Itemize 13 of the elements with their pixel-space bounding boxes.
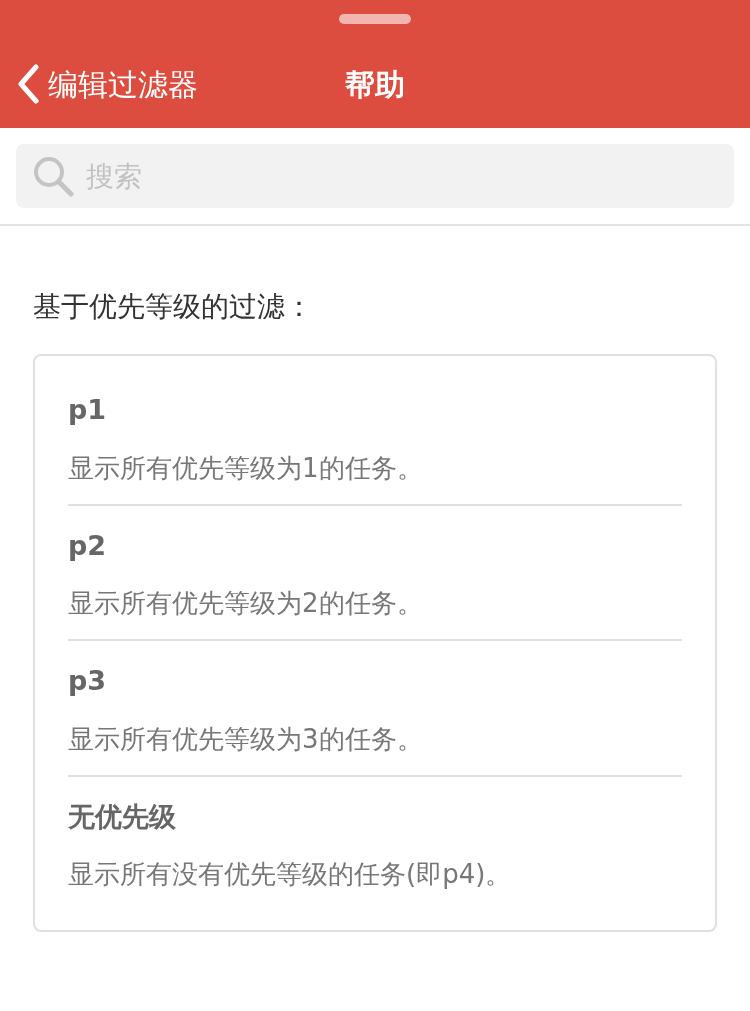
- back-icon: [16, 64, 40, 104]
- page-title: 帮助: [345, 65, 405, 104]
- drag-handle[interactable]: [339, 14, 411, 24]
- filter-description: 显示所有优先等级为1的任务。: [68, 451, 424, 485]
- filter-name: p2: [68, 528, 108, 563]
- filter-name: p1: [68, 393, 108, 427]
- filter-description: 显示所有优先等级为3的任务。: [68, 722, 424, 756]
- filter-description: 显示所有优先等级为2的任务。: [68, 587, 424, 620]
- section-heading: 基于优先等级的过滤：: [33, 289, 314, 325]
- filter-name: 无优先级: [68, 799, 177, 834]
- filter-description: 显示所有没有优先等级的任务(即p4)。: [68, 858, 513, 891]
- filter-name: p3: [68, 664, 108, 698]
- back-button[interactable]: 编辑过滤器: [0, 60, 345, 108]
